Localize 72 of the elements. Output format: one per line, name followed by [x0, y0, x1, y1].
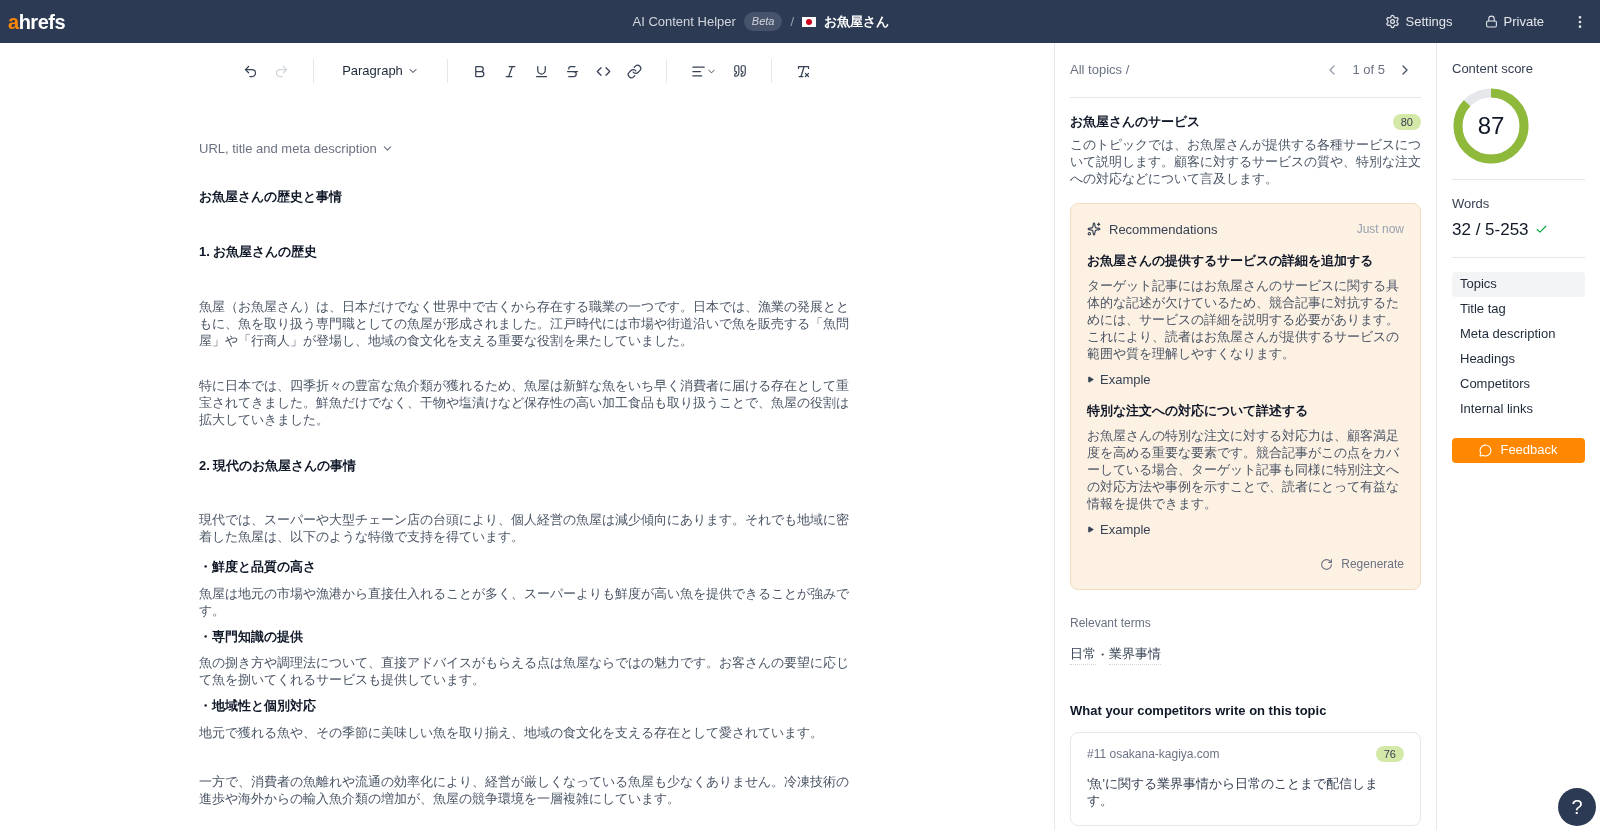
recommendation-title: 特別な注文への対応について詳述する [1087, 402, 1309, 420]
nav-item[interactable]: Internal links [1452, 396, 1585, 422]
redo-icon [274, 63, 290, 79]
paragraph: 現代では、スーパーや大型チェーン店の台頭により、個人経営の魚屋は減少傾向にあります。それでも地域に密着した魚屋は、以下のような特徴で支持を得ています。 [199, 511, 850, 545]
recommendation-title: お魚屋さんの提供するサービスの詳細を追加する [1087, 252, 1374, 270]
paragraph: 魚屋は地元の市場や漁港から直接仕入れることが多く、スーパーよりも鮮度が高い魚を提供できることが強みです。 [199, 584, 850, 619]
score-label: Content score [1452, 60, 1534, 78]
nav-item[interactable]: Title tag [1452, 296, 1585, 322]
clear-format-icon [795, 63, 811, 79]
section-heading: 1. お魚屋さんの歴史 [199, 243, 319, 261]
competitor-score: 76 [1375, 745, 1404, 763]
italic-icon [502, 63, 518, 79]
paragraph: 魚の捌き方や調理法について、直接アドバイスがもらえる点は魚屋ならではの魅力です。お客さんの要望に応じて魚を捌いてくれるサービスも提供しています。 [199, 654, 850, 688]
settings-button[interactable]: Settings [1376, 11, 1461, 32]
topic-description: このトピックでは、お魚屋さんが提供する各種サービスについて説明します。顧客に対するサービスの質や、特別な注文への対応などについて言及します。 [1070, 135, 1421, 187]
strikethrough-icon [564, 63, 580, 79]
example-toggle[interactable]: Example [1087, 369, 1151, 389]
help-button[interactable]: ? [1558, 788, 1596, 826]
flag-icon [802, 16, 817, 27]
timestamp: Just now [1356, 221, 1404, 239]
nav-item[interactable]: Meta description [1452, 321, 1585, 347]
content-score: 87 [1477, 113, 1505, 138]
regenerate-button[interactable]: Regenerate [1320, 555, 1404, 573]
triangle-icon [1087, 375, 1094, 383]
undo-icon [243, 63, 259, 79]
settings-icon [1384, 14, 1400, 29]
example-toggle[interactable]: Example [1087, 519, 1151, 539]
privacy-button[interactable]: Private [1476, 11, 1552, 32]
paragraph: 魚屋（お魚屋さん）は、日本だけでなく世界中で古くから存在する職業の一つです。日本では、漁業の発展とともに、魚を取り扱う専門職としての魚屋が形成されました。江戸時代には市場や街道沿いで魚を販売する「魚問屋」や「行商人」が登場し、地域の食文化を支える重要な役割を果たしていました。 [199, 297, 850, 349]
breadcrumb-separator: / [790, 12, 795, 31]
recommendation-text: お魚屋さんの特別な注文に対する対応力は、顧客満足度を高める重要な要素です。競合記事がこの点をカバーしている場合、ターゲット記事も同様に特別注文への対応方法や事例を示すことで、読者にとって有益な情報を提供できます。 [1087, 426, 1400, 512]
project-name: お魚屋さん [824, 12, 890, 31]
speech-bubble-icon [1479, 443, 1493, 457]
lock-icon [1484, 15, 1498, 28]
paragraph: 地元で獲れる魚や、その季節に美味しい魚を取り揃え、地域の食文化を支える存在として愛されています。 [199, 723, 824, 741]
pager-text: 1 of 5 [1351, 61, 1386, 80]
topic-score: 80 [1392, 113, 1421, 130]
link-icon [626, 63, 642, 79]
nav-item[interactable]: Competitors [1452, 371, 1585, 397]
block-style-dropdown[interactable]: Paragraph [330, 61, 431, 81]
nav-item[interactable]: Headings [1452, 346, 1585, 372]
refresh-icon [1320, 557, 1334, 571]
align-icon [690, 63, 706, 79]
recommendation-text: ターゲット記事にはお魚屋さんのサービスに関する具体的な記述が欠けているため、競合記事に対抗するためには、サービスの詳細を説明する必要があります。これにより、読者はお魚屋さんが提供するサービスの範囲や質を理解しやすくなります。 [1087, 276, 1400, 362]
section-heading: What your competitors write on this topic [1070, 701, 1328, 720]
app-name: AI Content Helper [632, 12, 736, 31]
document-title: お魚屋さんの歴史と事情 [199, 187, 343, 206]
triangle-icon [1087, 525, 1094, 533]
meta-toggle[interactable]: URL, title and meta description [199, 139, 394, 159]
bullet-heading: ・専門知識の提供 [199, 627, 304, 646]
nav-item[interactable]: Topics [1452, 271, 1585, 297]
competitor-source: #11 osakana-kagiya.com [1087, 746, 1221, 763]
topic-title: お魚屋さんのサービス [1070, 113, 1201, 131]
relevant-term: 業界事情 [1109, 644, 1161, 665]
beta-badge: Beta [743, 12, 783, 31]
underline-icon [533, 63, 549, 79]
paragraph: 特に日本では、四季折々の豊富な魚介類が獲れるため、魚屋は新鮮な魚をいち早く消費者に届ける存在として重宝されてきました。鮮魚だけでなく、干物や塩漬けなど保存性の高い加工食品も取り扱うことで、魚屋の役割は拡大していきました。 [199, 376, 850, 428]
paragraph: 一方で、消費者の魚離れや流通の効率化により、経営が厳しくなっている魚屋も少なくありません。冷凍技術の進歩や海外からの輸入魚介類の増加が、魚屋の競争環境を一層複雑にしています。 [199, 772, 850, 807]
section-heading: 2. 現代のお魚屋さんの事情 [199, 456, 358, 475]
term-separator: ・ [1096, 645, 1109, 664]
sparkle-icon [1087, 222, 1101, 237]
section-label: Relevant terms [1070, 615, 1152, 632]
logo: ahrefs [8, 11, 66, 32]
relevant-term: 日常 [1070, 644, 1096, 665]
words-label: Words [1452, 194, 1491, 213]
quote-icon [732, 64, 747, 78]
breadcrumb-link[interactable]: All topics / [1070, 60, 1317, 80]
competitor-description: '魚'に関する業界事情から日常のことまで配信します。 [1087, 775, 1379, 809]
bullet-heading: ・鮮度と品質の高さ [199, 558, 317, 576]
word-count: 32 / 5-253 [1452, 219, 1529, 241]
bullet-heading: ・地域性と個別対応 [199, 697, 317, 715]
card-title: Recommendations [1109, 220, 1219, 239]
